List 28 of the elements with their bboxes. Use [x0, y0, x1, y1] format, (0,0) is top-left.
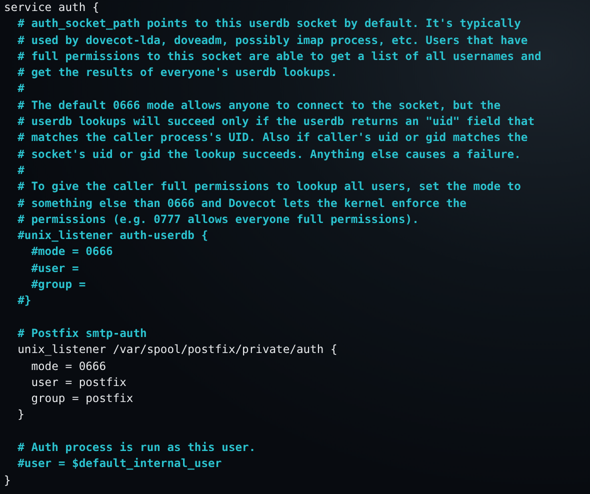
comment-line: # Auth process is run as this user.	[16, 440, 257, 456]
code-line: unix_listener /var/spool/postfix/private/auth {	[16, 342, 338, 358]
comment-line: #user = $default_internal_user	[16, 456, 223, 472]
code-line: mode = 0666	[30, 358, 108, 375]
code-line: user = postfix	[30, 374, 128, 391]
comment-line: # something else than 0666 and Dovecot lets the kernel enforce the	[16, 196, 468, 212]
comment-line: # Postfix smtp-auth	[16, 326, 148, 342]
comment-line: #mode = 0666	[30, 244, 114, 260]
comment-line: #group =	[30, 277, 87, 294]
comment-line: # socket's uid or gid the lookup succeeds. Anything else causes a failure.	[16, 146, 522, 163]
comment-line: #unix_listener auth-userdb {	[16, 228, 210, 244]
comment-line: # To give the caller full permissions to lookup all users, set the mode to	[16, 179, 522, 196]
comment-line: #	[16, 162, 26, 179]
comment-line: # used by dovecot-lda, doveadm, possibly imap process, etc. Users that have	[16, 32, 529, 49]
comment-line: # full permissions to this socket are able to get a list of all usernames and	[16, 48, 542, 65]
code-line: }	[16, 407, 26, 424]
comment-line: #}	[16, 293, 32, 310]
comment-line: # get the results of everyone's userdb lookups.	[16, 65, 338, 82]
code-line: }	[4, 472, 12, 489]
comment-line: # userdb lookups will succeed only if the userdb returns an "uid" field that	[16, 114, 536, 130]
comment-line: # permissions (e.g. 0777 allows everyone full permissions).	[16, 212, 420, 228]
comment-line: # auth_socket_path points to this userdb socket by default. It's typically	[16, 16, 522, 32]
code-line: group = postfix	[30, 391, 134, 408]
comment-line: # The default 0666 mode allows anyone to connect to the socket, but the	[16, 98, 502, 114]
comment-line: #user =	[30, 260, 80, 277]
code-line: service auth {	[4, 0, 100, 16]
comment-line: # matches the caller process's UID. Also if caller's uid or gid matches the	[16, 130, 529, 146]
comment-line: #	[16, 81, 26, 98]
